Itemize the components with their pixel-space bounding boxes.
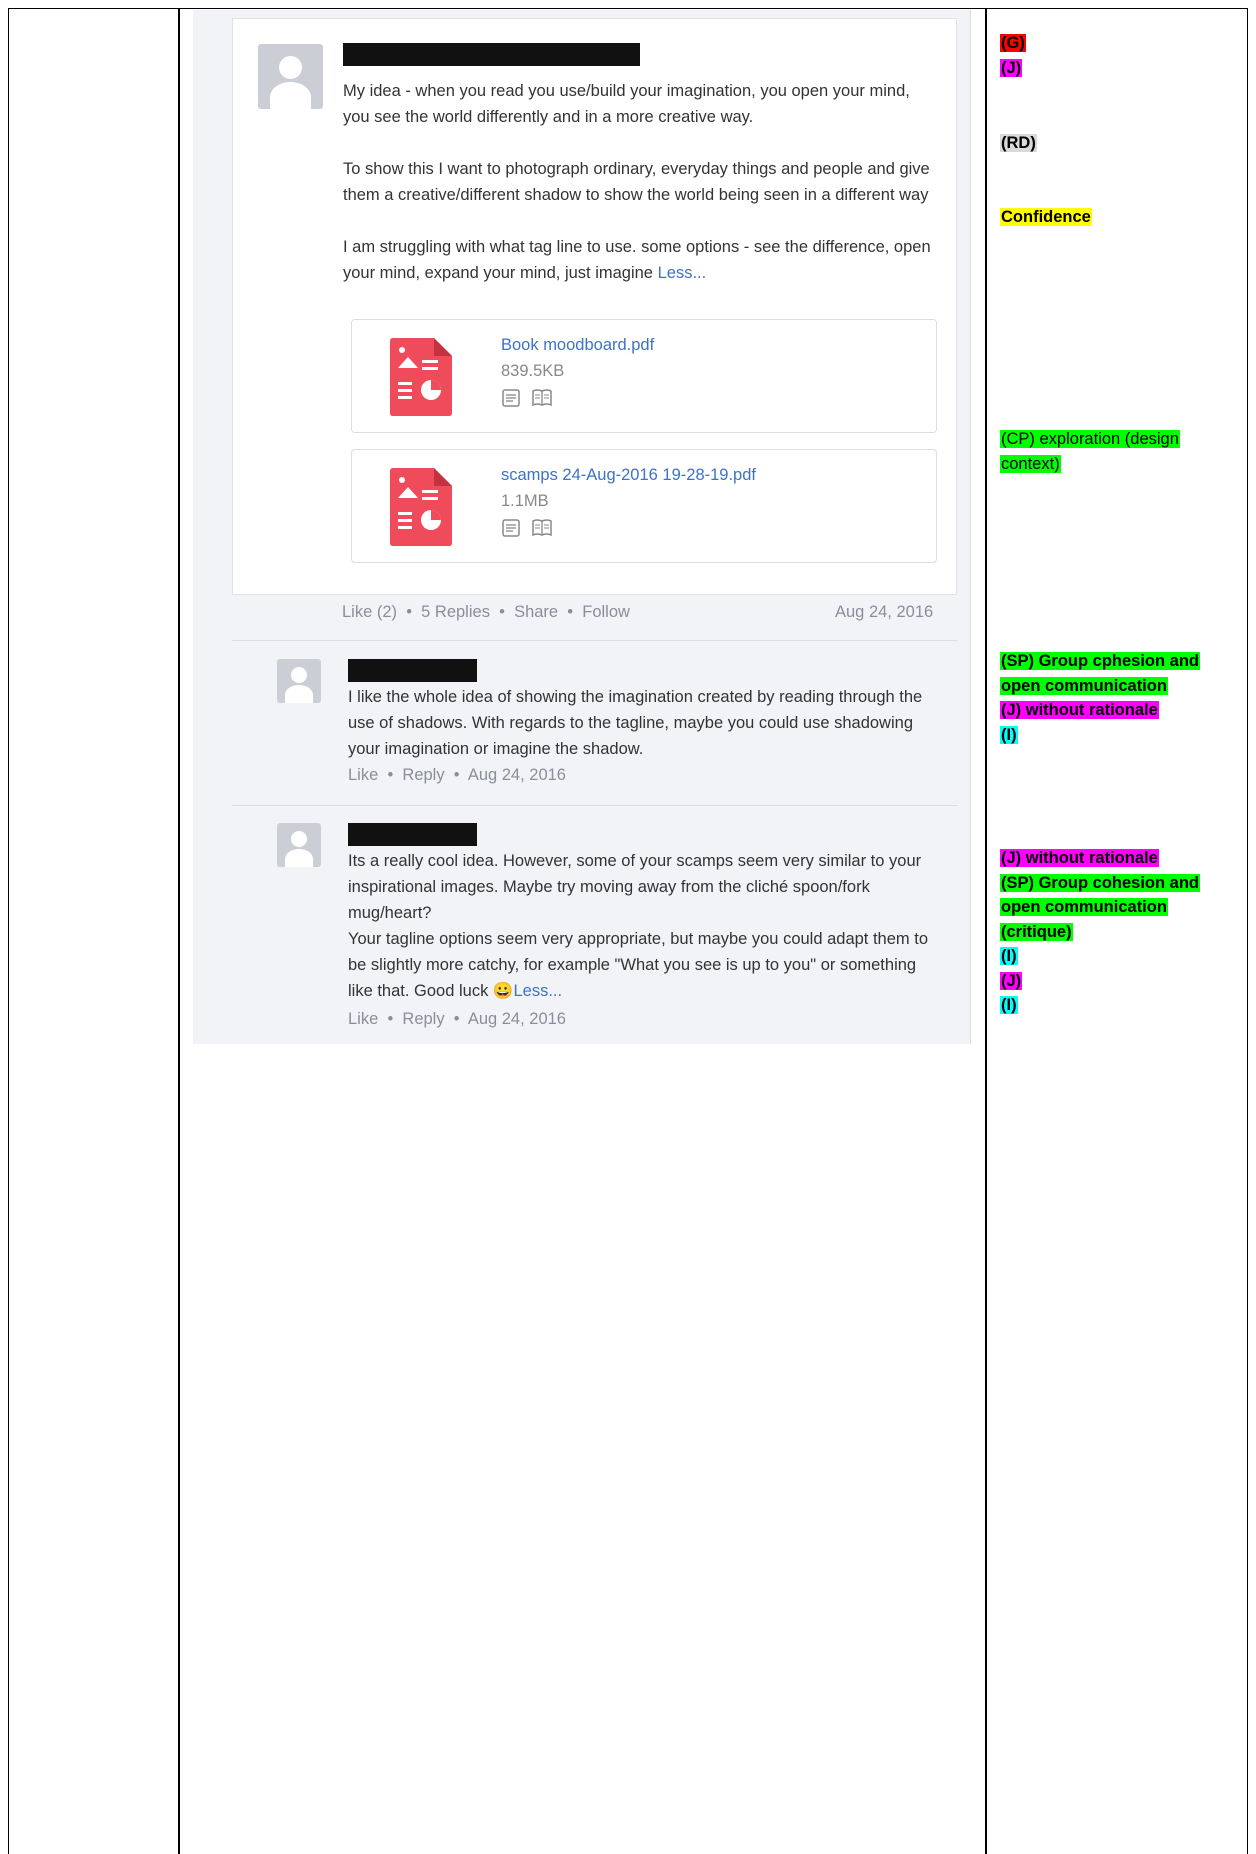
redacted-reply-author — [348, 659, 477, 682]
table-divider-left — [178, 8, 180, 1854]
separator-dot: • — [387, 766, 394, 784]
attachment-card[interactable]: Book moodboard.pdf 839.5KB — [351, 319, 937, 433]
reply-body: Its a really cool idea. However, some of… — [348, 848, 943, 1004]
code-label: context) — [1000, 454, 1061, 473]
like-button[interactable]: Like (2) — [342, 603, 397, 621]
attachment-size: 839.5KB — [501, 362, 565, 380]
reply-date: Aug 24, 2016 — [467, 766, 566, 784]
code-label: open communication — [1000, 898, 1168, 916]
separator-dot: • — [406, 603, 412, 621]
code-label: open communication — [1000, 676, 1168, 695]
code-label: (G) — [1000, 34, 1026, 52]
replies-link[interactable]: 5 Replies — [421, 603, 490, 621]
code-label: (J) without rationale — [1000, 849, 1159, 867]
attachment-name[interactable]: Book moodboard.pdf — [501, 336, 654, 355]
less-link[interactable]: Less... — [658, 264, 707, 282]
post-date: Aug 24, 2016 — [835, 603, 934, 621]
code-label: (RD) — [1000, 134, 1037, 152]
author-avatar[interactable] — [258, 44, 323, 109]
attachment-actions — [501, 388, 559, 413]
attachment-actions — [501, 518, 559, 543]
separator-dot: • — [567, 603, 574, 621]
table-divider-right — [985, 8, 987, 1854]
divider — [232, 640, 957, 641]
reply-body-text: Its a really cool idea. However, some of… — [348, 852, 928, 1000]
code-label: (J) — [1000, 971, 1023, 990]
table-border-right — [1246, 8, 1248, 1854]
forum-post: My idea - when you read you use/build yo… — [232, 18, 957, 595]
code-label: (J) — [1000, 58, 1023, 77]
divider — [232, 805, 957, 806]
reply-actions: Like • Reply • Aug 24, 2016 — [348, 1010, 566, 1029]
attachment-name[interactable]: scamps 24-Aug-2016 19-28-19.pdf — [501, 466, 756, 485]
reply-actions: Like • Reply • Aug 24, 2016 — [348, 766, 566, 785]
attachment-size: 1.1MB — [501, 492, 549, 510]
annotation-group: (RD) — [1000, 131, 1037, 156]
reply-date: Aug 24, 2016 — [467, 1010, 566, 1028]
reply-avatar[interactable] — [277, 823, 321, 867]
separator-dot: • — [453, 1010, 460, 1028]
reply-button[interactable]: Reply — [402, 1010, 444, 1028]
code-label: (SP) Group cphesion and — [1000, 652, 1201, 670]
grinning-emoji-icon: 😀 — [492, 982, 514, 1000]
code-label: (critique) — [1000, 922, 1073, 941]
separator-dot: • — [499, 603, 505, 621]
annotation-group: (SP) Group cphesion and open communicati… — [1000, 649, 1201, 747]
code-label: (I) — [1000, 947, 1018, 965]
pdf-file-icon — [390, 468, 452, 546]
preview-icon[interactable] — [501, 518, 521, 543]
post-body: My idea - when you read you use/build yo… — [343, 78, 933, 286]
code-label: (J) without rationale — [1000, 701, 1159, 719]
separator-dot: • — [387, 1010, 394, 1028]
follow-button[interactable]: Follow — [582, 603, 630, 621]
post-footer-actions: Like (2) • 5 Replies • Share • Follow — [342, 603, 630, 622]
like-button[interactable]: Like — [348, 766, 378, 784]
code-label: (I) — [1000, 725, 1018, 744]
pdf-file-icon — [390, 338, 452, 416]
annotation-group: (G) (J) — [1000, 31, 1026, 80]
reply-button[interactable]: Reply — [402, 766, 444, 784]
like-button[interactable]: Like — [348, 1010, 378, 1028]
attachment-card[interactable]: scamps 24-Aug-2016 19-28-19.pdf 1.1MB — [351, 449, 937, 563]
forum-screenshot: My idea - when you read you use/build yo… — [193, 10, 971, 1044]
open-book-icon[interactable] — [531, 388, 553, 413]
open-book-icon[interactable] — [531, 518, 553, 543]
reply-body: I like the whole idea of showing the ima… — [348, 688, 923, 758]
annotation-group: Confidence — [1000, 205, 1092, 230]
annotation-group: (J) without rationale (SP) Group cohesio… — [1000, 846, 1201, 1018]
code-label: (CP) exploration (design — [1000, 430, 1180, 448]
redacted-reply-author — [348, 823, 477, 846]
share-button[interactable]: Share — [514, 603, 558, 621]
annotation-group: (CP) exploration (design context) — [1000, 427, 1180, 476]
code-label: Confidence — [1000, 208, 1092, 226]
redacted-author-name — [343, 43, 640, 66]
preview-icon[interactable] — [501, 388, 521, 413]
separator-dot: • — [453, 766, 460, 784]
less-link[interactable]: Less... — [513, 982, 562, 1000]
code-label: (I) — [1000, 996, 1018, 1014]
post-body-text: My idea - when you read you use/build yo… — [343, 82, 931, 282]
reply-avatar[interactable] — [277, 659, 321, 703]
code-label: (SP) Group cohesion and — [1000, 873, 1201, 892]
